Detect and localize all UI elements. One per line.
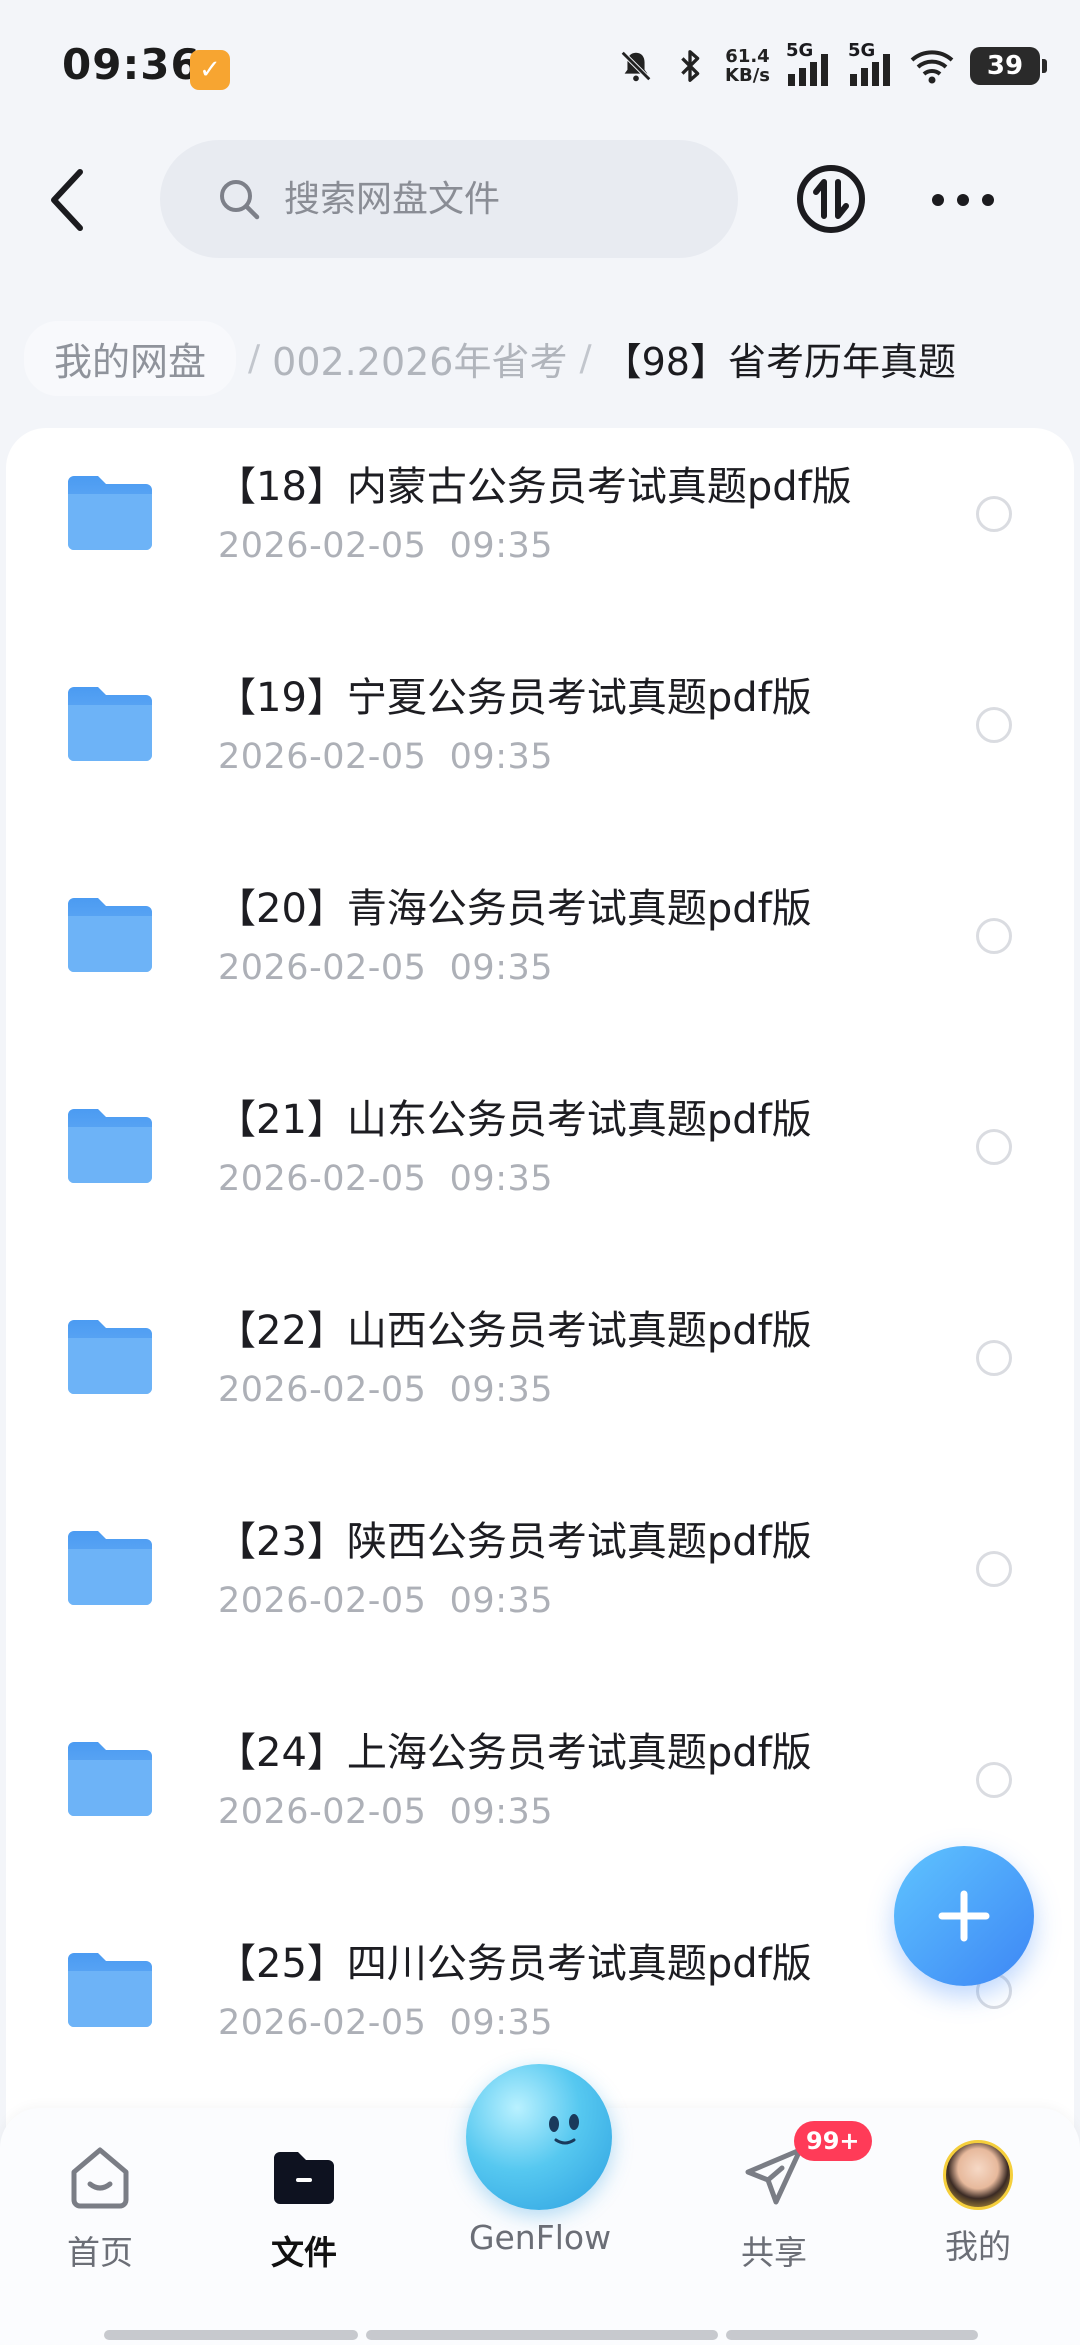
header: [0, 130, 1080, 270]
list-item[interactable]: 【20】青海公务员考试真题pdf版 2026-02-05 09:35: [6, 850, 1074, 1061]
folder-icon: [68, 687, 152, 761]
status-bar: 09:36 ✓ 61.4 KB/s 5G 5G 39: [0, 0, 1080, 130]
nav-mine-label: 我的: [945, 2227, 1011, 2266]
folder-icon: [68, 1531, 152, 1605]
net-speed: 61.4 KB/s: [725, 47, 770, 85]
list-item[interactable]: 【23】陕西公务员考试真题pdf版 2026-02-05 09:35: [6, 1483, 1074, 1694]
select-checkbox[interactable]: [976, 1129, 1012, 1165]
back-arrow-icon[interactable]: [40, 160, 100, 240]
app-notification-icon: ✓: [190, 50, 230, 90]
notification-badge: 99+: [794, 2121, 872, 2161]
file-name: 【23】陕西公务员考试真题pdf版: [216, 1519, 812, 1565]
folder-icon: [68, 1953, 152, 2027]
signal-5g-2: 5G: [848, 40, 894, 88]
status-time: 09:36: [62, 40, 201, 89]
file-date: 2026-02-05 09:35: [218, 1370, 554, 1410]
select-checkbox[interactable]: [976, 1762, 1012, 1798]
file-date: 2026-02-05 09:35: [218, 1159, 554, 1199]
net-speed-value: 61.4: [725, 46, 770, 67]
breadcrumb-parent[interactable]: 002.2026年省考: [272, 331, 567, 386]
transfer-icon[interactable]: [796, 164, 866, 234]
select-checkbox[interactable]: [976, 496, 1012, 532]
file-date: 2026-02-05 09:35: [218, 526, 554, 566]
file-date: 2026-02-05 09:35: [218, 737, 554, 777]
avatar: [943, 2140, 1013, 2210]
nav-files-label: 文件: [271, 2233, 337, 2272]
gesture-bar: [104, 2330, 358, 2340]
nav-files[interactable]: 文件: [254, 2140, 354, 2274]
mute-bell-icon: [621, 51, 652, 82]
status-icons: 61.4 KB/s 5G 5G 39: [617, 40, 1047, 90]
nav-home[interactable]: 首页: [50, 2140, 150, 2274]
select-checkbox[interactable]: [976, 1551, 1012, 1587]
file-name: 【20】青海公务员考试真题pdf版: [216, 886, 812, 932]
file-date: 2026-02-05 09:35: [218, 2003, 554, 2043]
genflow-orb[interactable]: [466, 2064, 612, 2210]
add-button[interactable]: [894, 1846, 1034, 1986]
net-speed-unit: KB/s: [725, 65, 770, 86]
file-name: 【24】上海公务员考试真题pdf版: [216, 1730, 812, 1776]
bluetooth-icon: [681, 50, 700, 82]
file-date: 2026-02-05 09:35: [218, 1792, 554, 1832]
list-item[interactable]: 【22】山西公务员考试真题pdf版 2026-02-05 09:35: [6, 1272, 1074, 1483]
file-name: 【19】宁夏公务员考试真题pdf版: [216, 675, 812, 721]
signal-bars-icon: [788, 54, 828, 86]
list-item[interactable]: 【18】内蒙古公务员考试真题pdf版 2026-02-05 09:35: [6, 428, 1074, 639]
folder-icon: [68, 898, 152, 972]
genflow-face-icon: [549, 2114, 579, 2145]
file-name: 【25】四川公务员考试真题pdf版: [216, 1941, 812, 1987]
gesture-bar: [366, 2330, 718, 2340]
list-item[interactable]: 【19】宁夏公务员考试真题pdf版 2026-02-05 09:35: [6, 639, 1074, 850]
breadcrumb-separator: /: [579, 337, 592, 379]
file-name: 【21】山东公务员考试真题pdf版: [216, 1097, 812, 1143]
folder-tab-icon: [274, 2152, 334, 2204]
signal-5g-1: 5G: [786, 40, 832, 88]
search-input[interactable]: [284, 178, 724, 220]
select-checkbox[interactable]: [976, 707, 1012, 743]
file-date: 2026-02-05 09:35: [218, 1581, 554, 1621]
breadcrumb-separator: /: [248, 337, 261, 379]
breadcrumb-home[interactable]: 我的网盘: [24, 320, 237, 396]
nav-mine[interactable]: 我的: [928, 2140, 1028, 2268]
search-box[interactable]: [160, 140, 738, 258]
battery-indicator: 39: [970, 47, 1047, 85]
nav-home-label: 首页: [67, 2233, 133, 2272]
folder-icon: [68, 1742, 152, 1816]
wifi-icon: [910, 50, 954, 84]
nav-genflow[interactable]: GenFlow: [440, 2218, 640, 2257]
file-name: 【18】内蒙古公务员考试真题pdf版: [216, 464, 852, 510]
signal-bars-icon: [850, 54, 890, 86]
breadcrumb: 我的网盘 / 002.2026年省考 / 【98】省考历年真题: [24, 316, 956, 400]
nav-share-label: 共享: [741, 2233, 807, 2272]
folder-icon: [68, 1320, 152, 1394]
nav-genflow-label: GenFlow: [468, 2218, 612, 2257]
list-item[interactable]: 【21】山东公务员考试真题pdf版 2026-02-05 09:35: [6, 1061, 1074, 1272]
gesture-bar: [726, 2330, 978, 2340]
select-checkbox[interactable]: [976, 918, 1012, 954]
breadcrumb-current: 【98】省考历年真题: [603, 339, 956, 384]
plus-icon: [938, 1890, 990, 1942]
file-date: 2026-02-05 09:35: [218, 948, 554, 988]
home-icon: [71, 2147, 129, 2209]
more-icon[interactable]: [928, 170, 998, 230]
search-icon: [220, 180, 260, 220]
select-checkbox[interactable]: [976, 1340, 1012, 1376]
file-name: 【22】山西公务员考试真题pdf版: [216, 1308, 812, 1354]
folder-icon: [68, 476, 152, 550]
folder-icon: [68, 1109, 152, 1183]
